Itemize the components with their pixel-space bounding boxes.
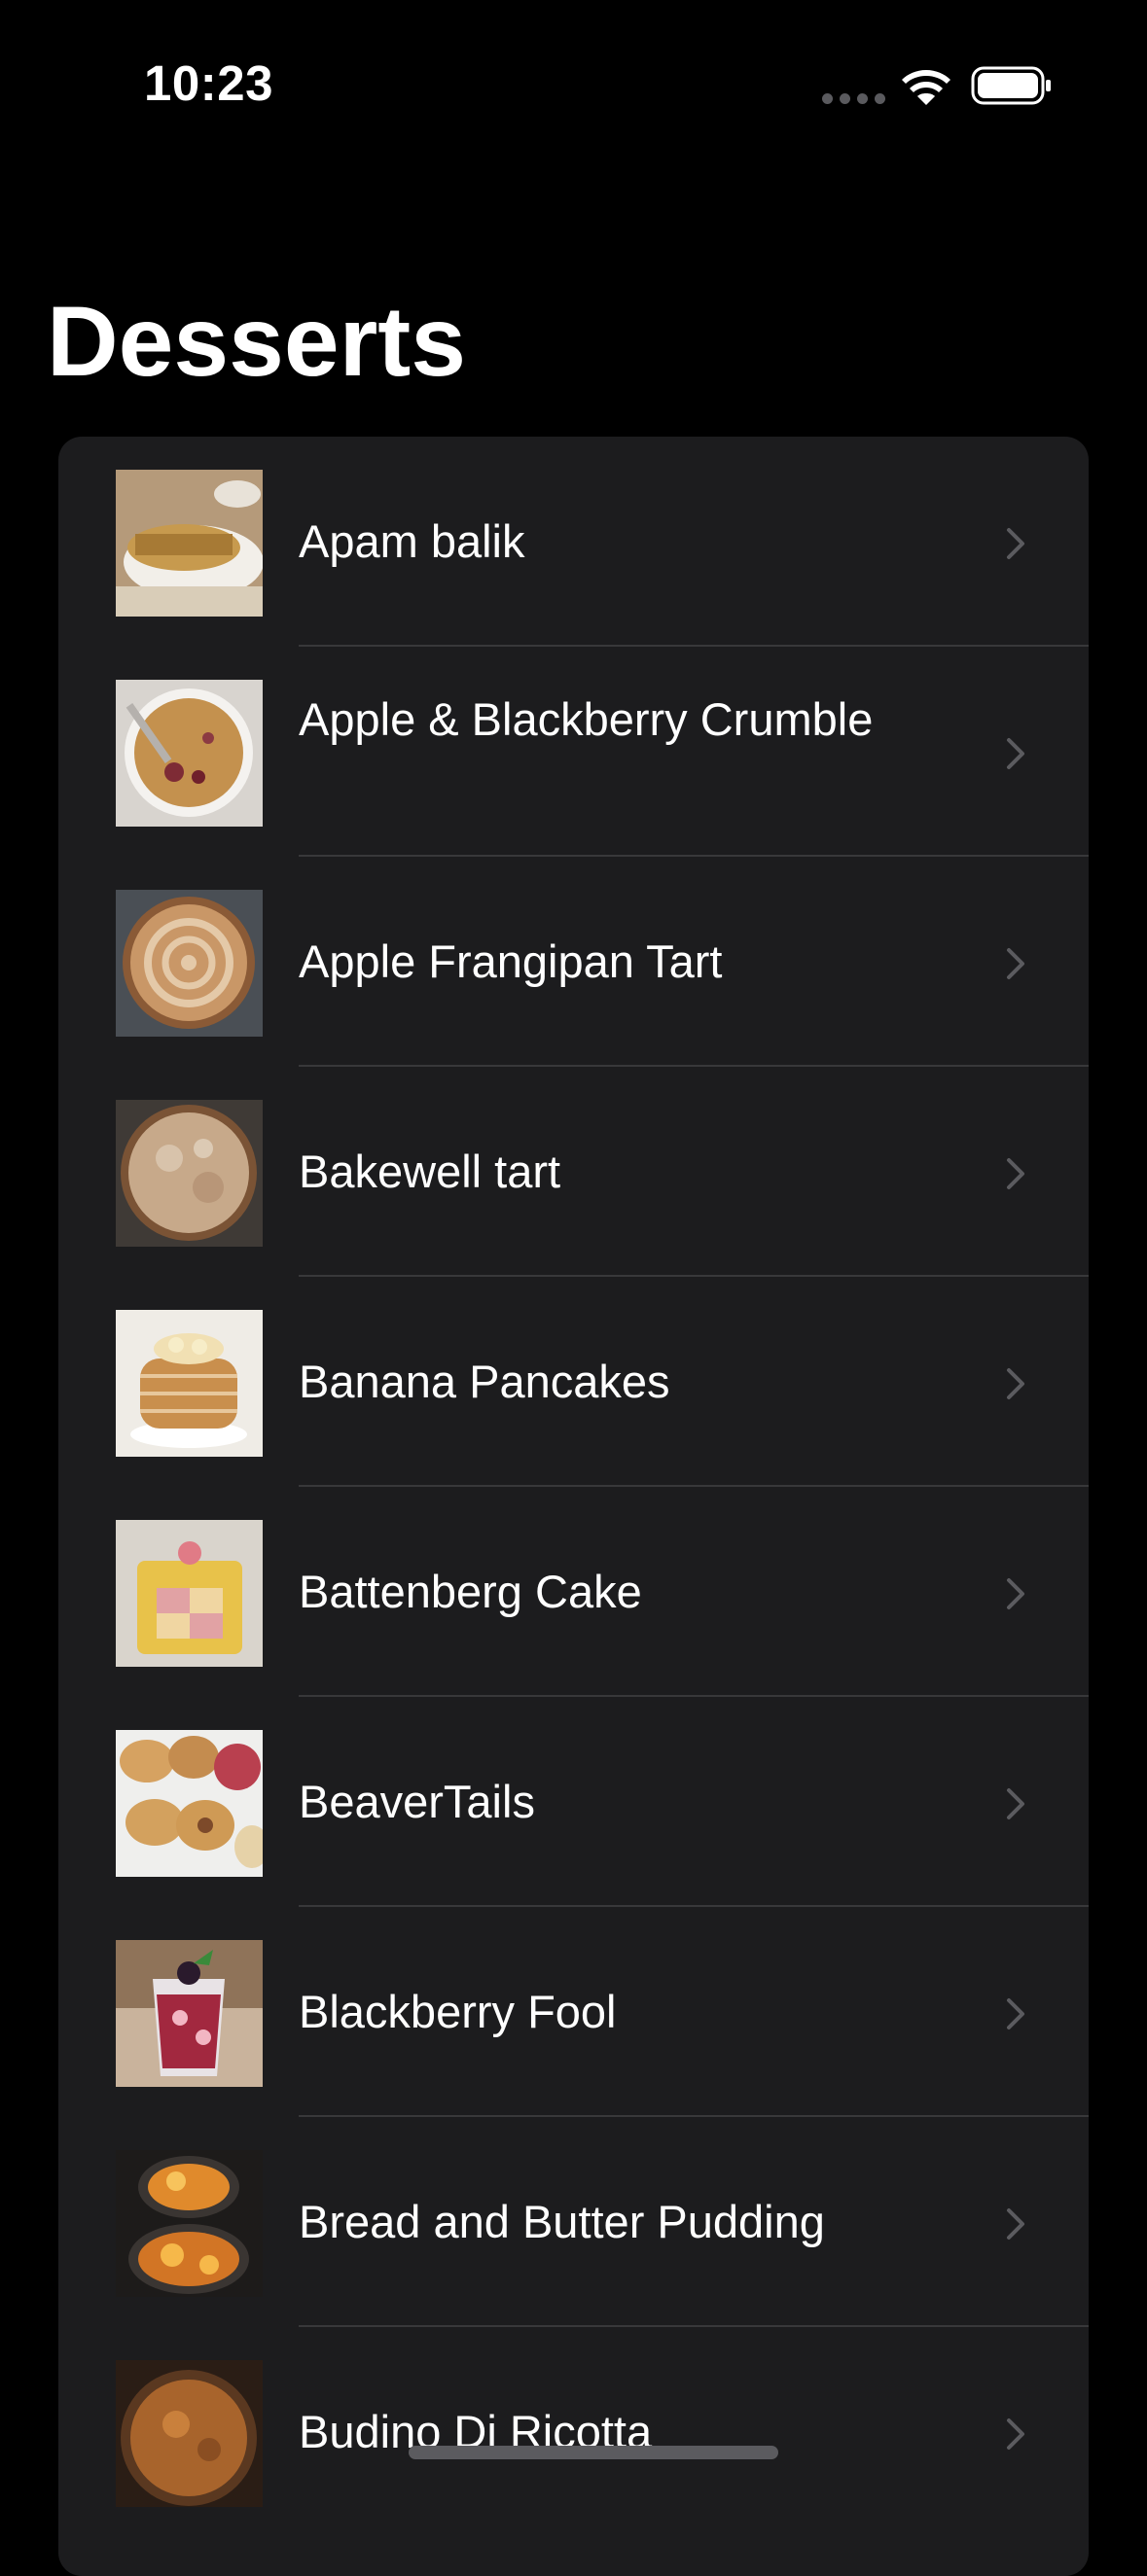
chevron-right-icon xyxy=(1007,738,1024,769)
list-item-beavertails[interactable]: BeaverTails xyxy=(58,1697,1089,1907)
list-item-bread-butter-pudding[interactable]: Bread and Butter Pudding xyxy=(58,2117,1089,2327)
budino-di-ricotta-thumbnail xyxy=(116,2360,263,2507)
home-indicator[interactable] xyxy=(409,2446,778,2459)
banana-pancakes-thumbnail xyxy=(116,1310,263,1457)
battery-icon xyxy=(971,66,1051,105)
chevron-right-icon xyxy=(1007,1578,1024,1609)
list-item-label: Bread and Butter Pudding xyxy=(299,2196,825,2247)
list-item-apple-blackberry-crumble[interactable]: Apple & Blackberry Crumble xyxy=(58,647,1089,857)
list-item-label: Bakewell tart xyxy=(299,1146,561,1197)
cellular-dots-icon xyxy=(822,93,885,104)
page-title: Desserts xyxy=(47,286,466,397)
apple-blackberry-crumble-thumbnail xyxy=(116,680,263,827)
list-item-label: Apple Frangipan Tart xyxy=(299,935,723,987)
list-item-blackberry-fool[interactable]: Blackberry Fool xyxy=(58,1907,1089,2117)
bread-butter-pudding-thumbnail xyxy=(116,2150,263,2297)
battenberg-cake-thumbnail xyxy=(116,1520,263,1667)
status-time: 10:23 xyxy=(144,55,273,111)
beavertails-thumbnail xyxy=(116,1730,263,1877)
list-item-label: Banana Pancakes xyxy=(299,1356,670,1407)
list-item-label: Apam balik xyxy=(299,515,525,567)
list-item-label: BeaverTails xyxy=(299,1776,535,1827)
list-item-bakewell-tart[interactable]: Bakewell tart xyxy=(58,1067,1089,1277)
list-item-label: Battenberg Cake xyxy=(299,1566,642,1617)
list-item-label: Apple & Blackberry Crumble xyxy=(299,693,874,745)
wifi-icon xyxy=(902,70,950,105)
bakewell-tart-thumbnail xyxy=(116,1100,263,1247)
chevron-right-icon xyxy=(1007,1368,1024,1399)
list-item-apple-frangipan-tart[interactable]: Apple Frangipan Tart xyxy=(58,857,1089,1067)
list-item-budino-di-ricotta[interactable]: Budino Di Ricotta xyxy=(58,2327,1089,2537)
chevron-right-icon xyxy=(1007,528,1024,559)
list-item-banana-pancakes[interactable]: Banana Pancakes xyxy=(58,1277,1089,1487)
list-item-label: Blackberry Fool xyxy=(299,1986,617,2037)
chevron-right-icon xyxy=(1007,2418,1024,2450)
apam-balik-thumbnail xyxy=(116,470,263,617)
blackberry-fool-thumbnail xyxy=(116,1940,263,2087)
dessert-list: Apam balik Apple & Blackberry Crumble Ap… xyxy=(58,437,1089,2576)
chevron-right-icon xyxy=(1007,1998,1024,2029)
list-item-apam-balik[interactable]: Apam balik xyxy=(58,437,1089,647)
chevron-right-icon xyxy=(1007,1158,1024,1189)
apple-frangipan-tart-thumbnail xyxy=(116,890,263,1037)
chevron-right-icon xyxy=(1007,2208,1024,2240)
status-bar: 10:23 xyxy=(0,0,1147,165)
chevron-right-icon xyxy=(1007,1788,1024,1819)
list-item-battenberg-cake[interactable]: Battenberg Cake xyxy=(58,1487,1089,1697)
chevron-right-icon xyxy=(1007,948,1024,979)
